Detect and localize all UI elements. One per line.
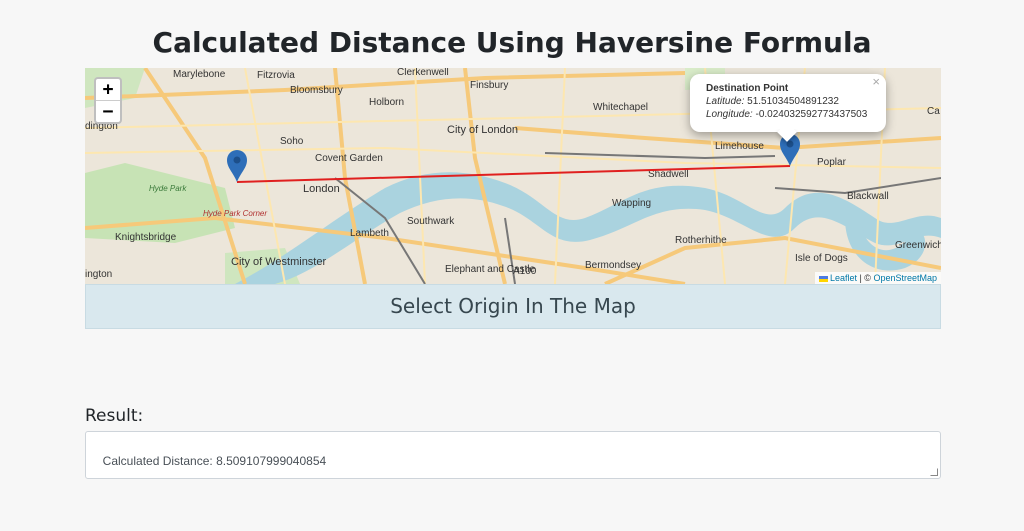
map-attribution: Leaflet | © OpenStreetMap (814, 272, 941, 284)
openstreetmap-link[interactable]: OpenStreetMap (873, 273, 937, 283)
zoom-control: + − (94, 77, 122, 124)
result-textarea[interactable]: Calculated Distance: 8.509107999040854 (85, 431, 941, 479)
origin-marker-icon[interactable] (227, 150, 247, 182)
result-label: Result: (85, 406, 144, 426)
popup-title: Destination Point (706, 83, 789, 94)
select-origin-bar[interactable]: Select Origin In The Map (85, 284, 941, 329)
popup-longitude-value: -0.024032592773437503 (755, 109, 868, 120)
zoom-out-button[interactable]: − (96, 100, 120, 122)
popup-latitude-label: Latitude: (706, 96, 745, 107)
map[interactable]: Marylebone Fitzrovia Clerkenwell Finsbur… (85, 68, 941, 284)
route-line (236, 165, 791, 183)
result-value: Calculated Distance: 8.509107999040854 (102, 454, 327, 468)
destination-popup: × Destination Point Latitude: 51.5103450… (690, 74, 886, 142)
popup-close-button[interactable]: × (872, 75, 880, 88)
leaflet-link[interactable]: Leaflet (830, 273, 857, 283)
resize-grip-icon[interactable] (930, 468, 938, 476)
ukraine-flag-icon (818, 275, 828, 282)
page-title: Calculated Distance Using Haversine Form… (152, 26, 872, 59)
popup-longitude-label: Longitude: (706, 109, 753, 120)
zoom-in-button[interactable]: + (96, 79, 120, 100)
attribution-separator: | © (856, 273, 874, 283)
popup-latitude-value: 51.51034504891232 (747, 96, 839, 107)
